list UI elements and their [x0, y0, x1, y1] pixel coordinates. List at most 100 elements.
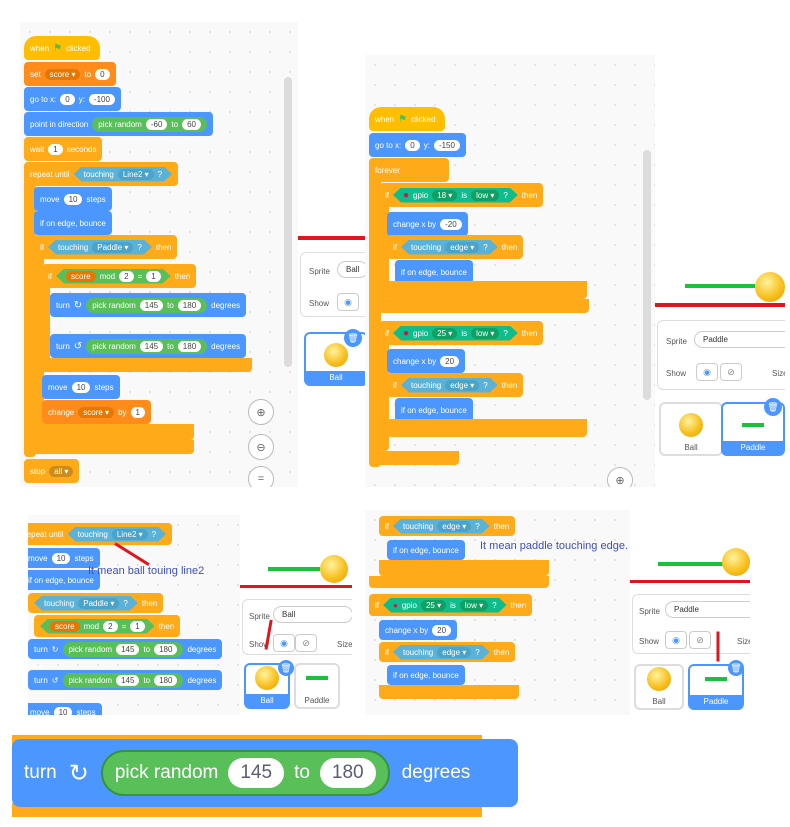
goto-xy-block[interactable]: go to x: 0 y: -150 [369, 133, 466, 157]
random-from-input[interactable]: 145 [139, 299, 164, 311]
gpio-pin-dropdown[interactable]: 25 ▾ [432, 328, 457, 339]
if-touching-paddle-block[interactable]: touching Paddle ▾ ? then [28, 593, 164, 613]
random-to-input[interactable]: 180 [177, 340, 202, 352]
goto-xy-block[interactable]: go to x: 0 y: -100 [24, 87, 121, 111]
touching-edge-condition[interactable]: touching edge ▾ ? [393, 519, 490, 534]
touching-edge-condition[interactable]: touching edge ▾ ? [401, 378, 498, 393]
touching-edge-condition[interactable]: touching edge ▾ ? [393, 645, 490, 660]
equals-condition[interactable]: score mod 2 = 1 [40, 619, 155, 634]
if-touching-edge-block[interactable]: if touching edge ▾ ? then [379, 516, 516, 536]
gpio-level-dropdown[interactable]: low ▾ [471, 190, 499, 201]
ball-thumbnail[interactable]: Ball [659, 402, 723, 456]
zoom-reset-icon[interactable]: = [248, 466, 274, 487]
set-score-block[interactable]: set score ▾ to 0 [24, 62, 116, 86]
y-input[interactable]: -100 [88, 93, 115, 105]
touching-line2-condition[interactable]: touching Line2 ▾ ? [68, 527, 167, 542]
if-gpio25-block[interactable]: if ● gpio 25 ▾ is low ▾ ? then [369, 594, 533, 616]
eye-slash-icon[interactable]: ⊘ [689, 631, 711, 649]
if-touching-edge-block[interactable]: if touching edge ▾ ? then [387, 373, 524, 397]
eye-icon[interactable]: ◉ [696, 363, 718, 381]
touching-edge-condition[interactable]: touching edge ▾ ? [401, 240, 498, 255]
zoom-out-icon[interactable]: ⊖ [248, 434, 274, 460]
scrollbar[interactable] [643, 150, 651, 400]
steps-input[interactable]: 10 [71, 381, 91, 393]
paddle-dropdown[interactable]: Paddle ▾ [92, 242, 133, 253]
trash-icon[interactable]: 🗑 [728, 660, 744, 676]
pick-random-operator[interactable]: pick random -60 to 60 [92, 116, 207, 132]
line2-dropdown[interactable]: Line2 ▾ [118, 169, 154, 180]
touching-paddle-condition[interactable]: touching Paddle ▾ ? [48, 240, 152, 255]
random-from-input[interactable]: 145 [139, 340, 164, 352]
eye-icon[interactable]: ◉ [665, 631, 687, 649]
change-x-block[interactable]: change x by 20 [379, 620, 458, 640]
pick-random-operator[interactable]: pick random 145 to 180 [62, 641, 184, 657]
score-dropdown[interactable]: score ▾ [44, 68, 81, 80]
move-block[interactable]: move 10 steps [42, 375, 120, 399]
pick-random-operator[interactable]: pick random 145 to 180 [86, 338, 208, 354]
bounce-block[interactable]: if on edge, bounce [387, 540, 465, 560]
if-touching-edge-block[interactable]: if touching edge ▾ ? then [379, 642, 516, 662]
edge-dropdown[interactable]: edge ▾ [445, 242, 479, 253]
paddle-dropdown[interactable]: Paddle ▾ [78, 598, 119, 609]
turn-right-block[interactable]: turn ↻ pick random 145 to 180 degrees [50, 293, 247, 317]
eye-slash-icon[interactable]: ⊘ [720, 363, 742, 381]
gpio-pin-dropdown[interactable]: 18 ▾ [432, 190, 457, 201]
eye-slash-icon[interactable]: ⊘ [295, 634, 317, 652]
bounce-block[interactable]: if on edge, bounce [387, 665, 465, 685]
random-to-input[interactable]: 180 [177, 299, 202, 311]
line2-dropdown[interactable]: Line2 ▾ [112, 529, 148, 540]
random-to-input[interactable]: 180 [154, 643, 178, 655]
when-flag-clicked-block[interactable]: when ⚑ clicked [369, 107, 445, 131]
if-mod-block[interactable]: score mod 2 = 1 then [34, 615, 181, 637]
random-from-input[interactable]: 145 [116, 643, 140, 655]
trash-icon[interactable]: 🗑 [278, 660, 294, 676]
change-score-block[interactable]: change score ▾ by 1 [42, 400, 151, 424]
gpio25-condition[interactable]: ● gpio 25 ▾ is low ▾ ? [393, 326, 518, 341]
scrollbar[interactable] [284, 77, 292, 367]
equals-input[interactable]: 1 [146, 271, 160, 282]
if-mod-block[interactable]: if score mod 2 = 1 then [42, 264, 197, 288]
pick-random-operator[interactable]: pick random 145 to 180 [86, 297, 208, 313]
score-value-input[interactable]: 0 [95, 68, 110, 80]
score-dropdown[interactable]: score ▾ [78, 406, 115, 418]
move-block[interactable]: move 10 steps [28, 703, 102, 715]
wait-input[interactable]: 1 [48, 143, 63, 155]
score-reporter[interactable]: score [50, 621, 80, 632]
gpio18-condition[interactable]: ● gpio 18 ▾ is low ▾ ? [393, 188, 518, 203]
change-x-input[interactable]: 20 [432, 624, 452, 636]
if-gpio25-block[interactable]: if ● gpio 25 ▾ is low ▾ ? then [379, 321, 544, 345]
pick-random-operator[interactable]: pick random 145 to 180 [62, 672, 184, 688]
repeat-until-block[interactable]: repeat until touching Line2 ▾ ? [24, 162, 179, 186]
x-input[interactable]: 0 [405, 139, 420, 151]
change-input[interactable]: 1 [130, 406, 145, 418]
sprite-name-field[interactable]: Paddle [665, 601, 750, 618]
gpio-level-dropdown[interactable]: low ▾ [460, 600, 488, 611]
if-gpio18-block[interactable]: if ● gpio 18 ▾ is low ▾ ? then [379, 183, 544, 207]
when-flag-clicked-block[interactable]: when ⚑ clicked [24, 36, 100, 60]
ball-thumbnail[interactable]: Ball [634, 664, 684, 710]
random-from-input[interactable]: 145 [116, 674, 140, 686]
forever-block[interactable]: forever [369, 158, 449, 182]
gpio-level-dropdown[interactable]: low ▾ [471, 328, 499, 339]
mod-input[interactable]: 2 [119, 271, 133, 282]
wait-block[interactable]: wait 1 seconds [24, 137, 103, 161]
repeat-until-block[interactable]: repeat until touching Line2 ▾ ? [28, 523, 173, 545]
change-x-block[interactable]: change x by 20 [387, 349, 466, 373]
random-from-input[interactable]: -60 [145, 118, 168, 130]
touching-line2-condition[interactable]: touching Line2 ▾ ? [74, 167, 173, 182]
sprite-name-field[interactable]: Ball [273, 606, 352, 623]
zoom-in-icon[interactable]: ⊕ [248, 399, 274, 425]
eye-icon[interactable]: ◉ [273, 634, 295, 652]
random-to-input[interactable]: 180 [319, 758, 376, 788]
move-block[interactable]: move 10 steps [34, 187, 112, 211]
change-x-input[interactable]: -20 [440, 218, 462, 230]
equals-condition[interactable]: score mod 2 = 1 [56, 269, 171, 284]
steps-input[interactable]: 10 [63, 193, 83, 205]
stop-dropdown[interactable]: all ▾ [49, 465, 74, 477]
gpio25-condition[interactable]: ● gpio 25 ▾ is low ▾ ? [383, 598, 507, 613]
trash-icon[interactable]: 🗑 [344, 329, 362, 347]
score-reporter[interactable]: score [66, 271, 96, 282]
point-direction-block[interactable]: point in direction pick random -60 to 60 [24, 112, 213, 136]
touching-paddle-condition[interactable]: touching Paddle ▾ ? [34, 596, 138, 611]
turn-right-block[interactable]: turn ↻ pick random 145 to 180 degrees [12, 739, 518, 807]
